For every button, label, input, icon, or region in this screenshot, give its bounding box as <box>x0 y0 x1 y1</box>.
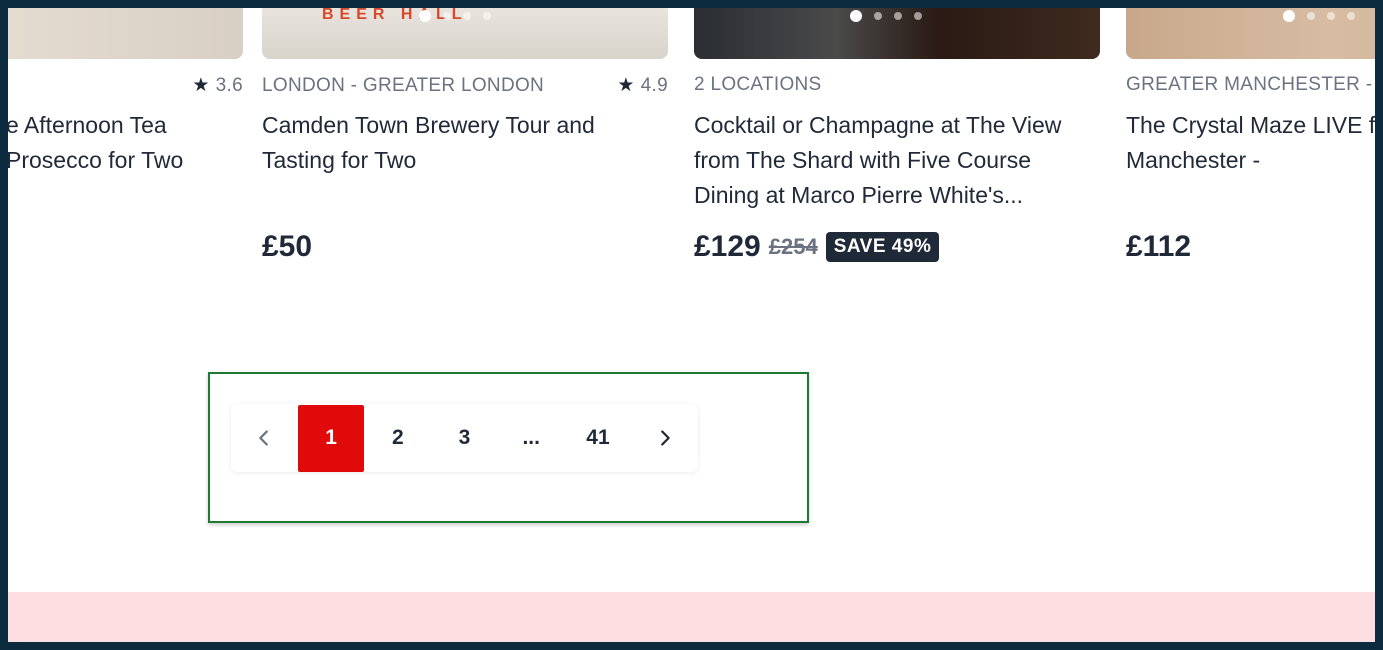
card-meta: 2 LOCATIONS <box>694 74 1100 96</box>
card-location: LONDON - GREATER LONDON <box>262 74 545 96</box>
carousel-dot[interactable] <box>1347 12 1355 20</box>
chevron-left-icon <box>259 430 269 446</box>
rating-value: 3.6 <box>215 74 243 96</box>
pagination-page-3[interactable]: 3 <box>431 405 498 472</box>
price: £129 <box>694 230 761 263</box>
card-meta: ★ 3.6 <box>8 74 243 97</box>
star-icon: ★ <box>617 75 635 96</box>
card-title[interactable]: The Crystal Maze LIVE for Two, Mancheste… <box>1126 108 1375 178</box>
carousel-dot[interactable] <box>483 12 491 20</box>
pagination-page-2[interactable]: 2 <box>364 405 431 472</box>
page: ★ 3.6 e Afternoon Tea Prosecco for Two B… <box>8 8 1375 642</box>
product-image[interactable] <box>1126 8 1375 59</box>
card-location: 2 LOCATIONS <box>694 74 822 95</box>
carousel-dot[interactable] <box>1307 12 1315 20</box>
price: £50 <box>262 230 313 263</box>
carousel-dot[interactable] <box>914 12 922 20</box>
carousel-dot[interactable] <box>443 12 451 20</box>
carousel-dot[interactable] <box>894 12 902 20</box>
old-price: £254 <box>768 234 818 259</box>
product-image[interactable]: BEER HALL <box>262 8 668 59</box>
chevron-right-icon <box>660 430 670 446</box>
price: £112 <box>1126 230 1192 263</box>
pagination-prev-button[interactable] <box>231 405 298 472</box>
star-icon: ★ <box>192 75 210 96</box>
pagination: 1 2 3 ... 41 <box>231 404 698 472</box>
carousel-dot-active[interactable] <box>419 10 431 22</box>
card-rating: ★ 4.9 <box>617 74 668 97</box>
pagination-ellipsis: ... <box>522 426 540 449</box>
carousel-dots <box>419 10 491 22</box>
price-row: £112 <box>1126 230 1191 264</box>
carousel-dot-active[interactable] <box>850 10 862 22</box>
pagination-page-1[interactable]: 1 <box>297 404 365 472</box>
product-image[interactable] <box>694 8 1100 59</box>
card-title[interactable]: Cocktail or Champagne at The View from T… <box>694 108 1100 213</box>
price-row: £129 £254 SAVE 49% <box>694 230 940 264</box>
card-meta: LONDON - GREATER LONDON ★ 4.9 <box>262 74 668 97</box>
rating-value: 4.9 <box>640 74 668 96</box>
price-row: £50 <box>262 230 312 264</box>
card-location: GREATER MANCHESTER - <box>1126 74 1373 95</box>
product-image[interactable] <box>8 8 243 59</box>
card-meta: GREATER MANCHESTER - <box>1126 74 1375 96</box>
carousel-dot-active[interactable] <box>1283 10 1295 22</box>
card-title[interactable]: Camden Town Brewery Tour and Tasting for… <box>262 108 668 178</box>
carousel-dot[interactable] <box>1327 12 1335 20</box>
card-title-text: e Afternoon Tea Prosecco for Two <box>8 112 184 173</box>
card-title[interactable]: e Afternoon Tea Prosecco for Two <box>8 108 243 178</box>
save-badge: SAVE 49% <box>825 232 940 262</box>
carousel-dots <box>1283 10 1355 22</box>
pagination-page-last[interactable]: 41 <box>565 405 632 472</box>
footer-band <box>8 592 1375 642</box>
card-rating: ★ 3.6 <box>192 74 243 97</box>
carousel-dot[interactable] <box>463 12 471 20</box>
pagination-next-button[interactable] <box>631 405 698 472</box>
carousel-dots <box>850 10 922 22</box>
carousel-dot[interactable] <box>874 12 882 20</box>
